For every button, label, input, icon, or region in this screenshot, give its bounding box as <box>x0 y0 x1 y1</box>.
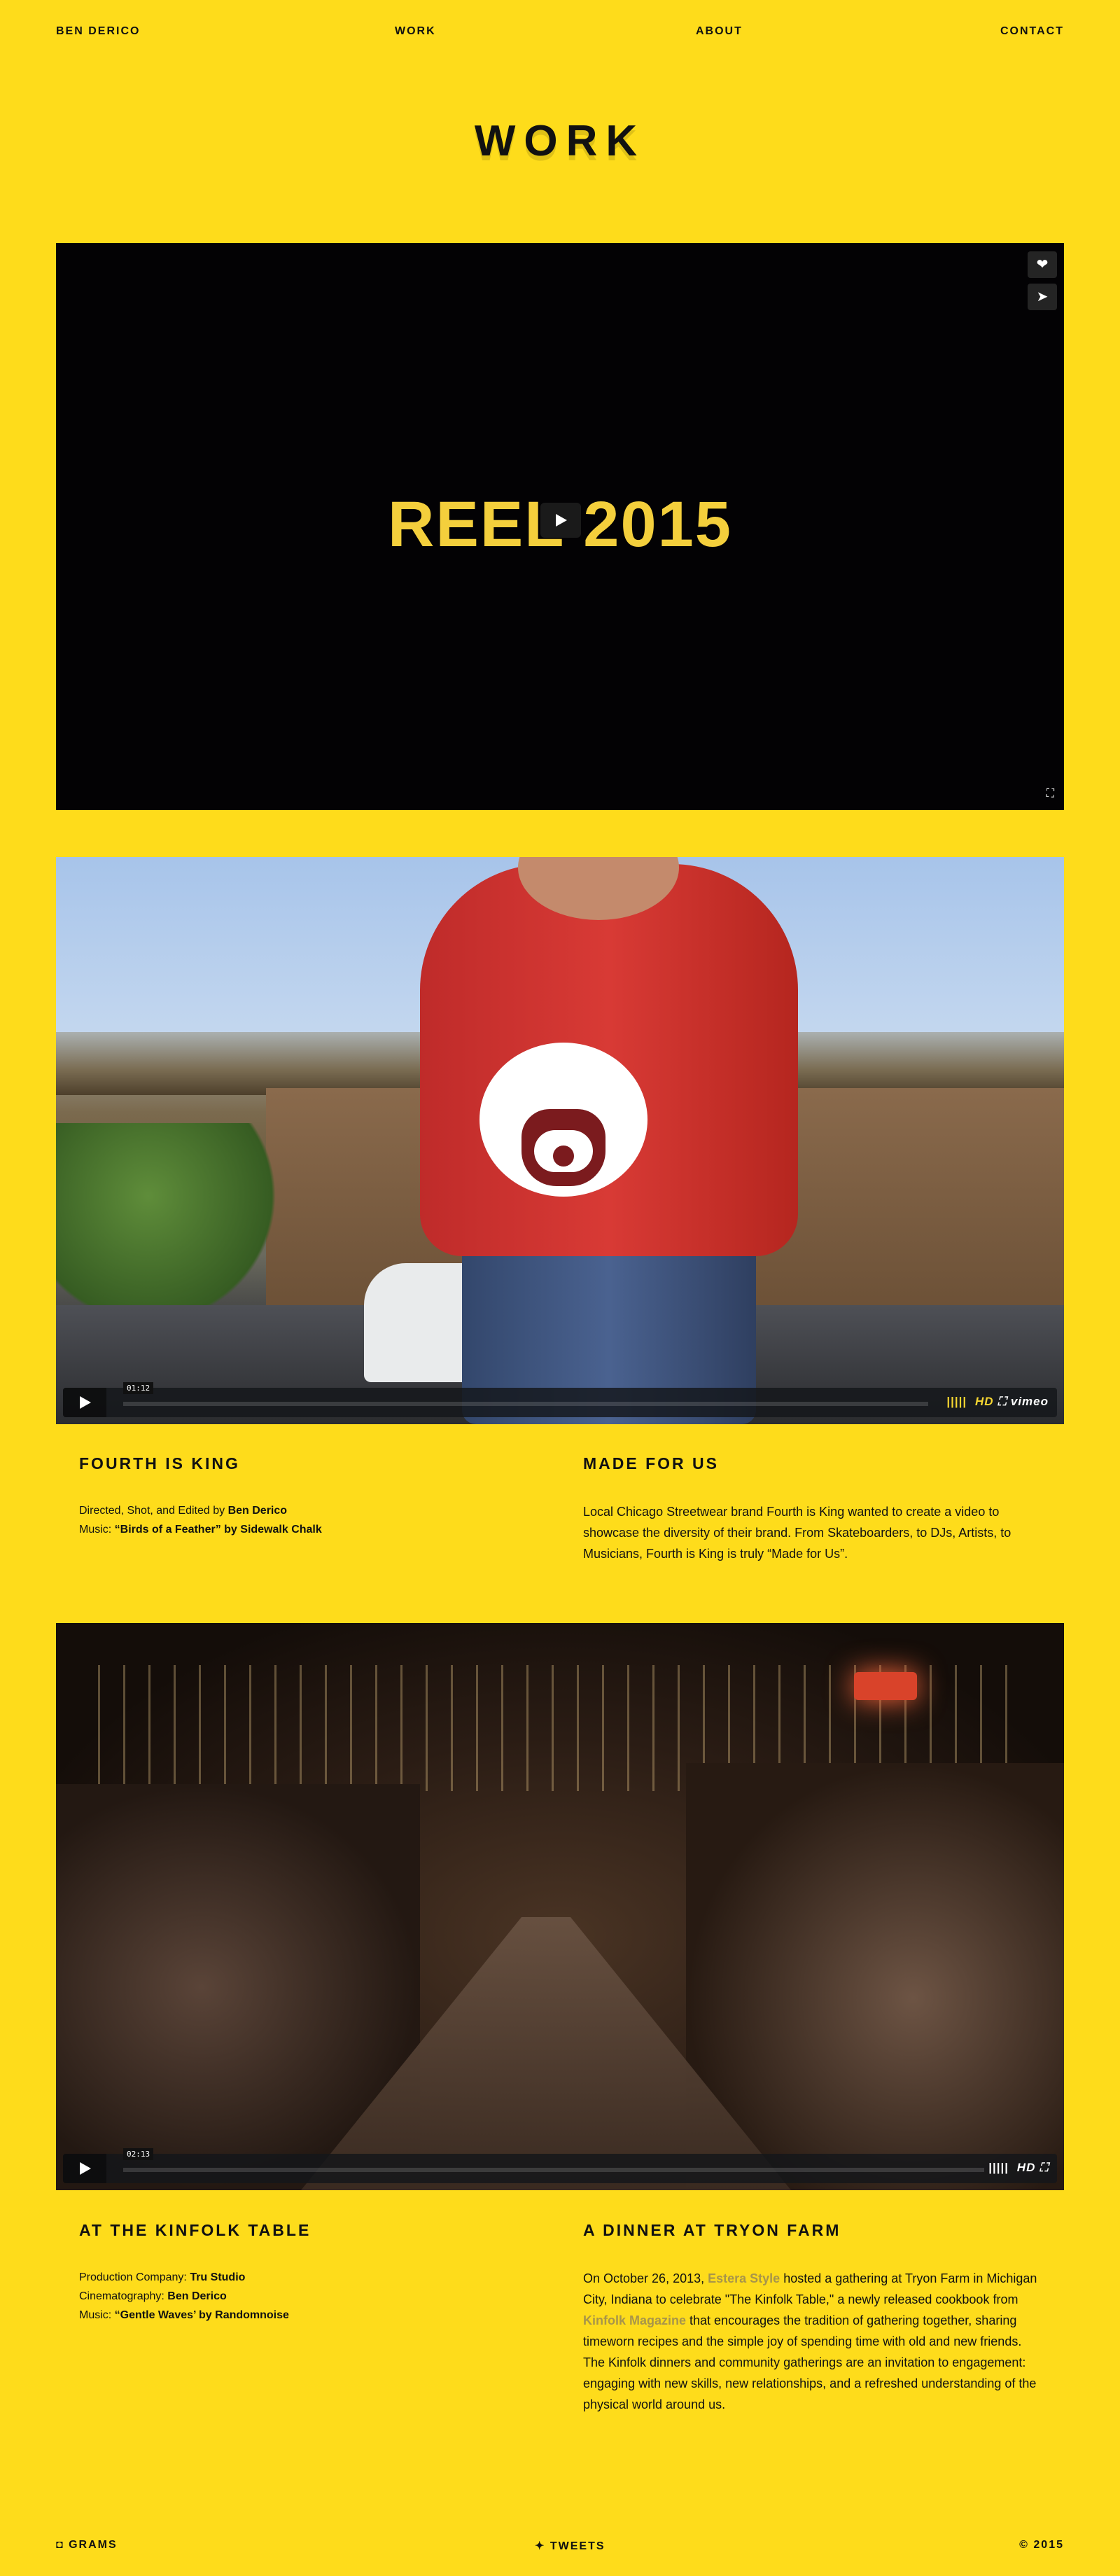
player-options: ||||| HD ⛶ vimeo <box>946 1395 1049 1409</box>
play-button[interactable] <box>63 2154 106 2183</box>
credit-line: Production Company: Tru Studio <box>79 2271 246 2283</box>
credit-line: Cinematography: Ben Derico <box>79 2290 227 2302</box>
twitter-bird-icon: ✦ <box>535 2540 550 2552</box>
play-button[interactable] <box>63 1388 106 1417</box>
estera-style-link[interactable]: Estera Style <box>708 2271 780 2285</box>
paper-plane-icon[interactable]: ➤ <box>1028 284 1057 310</box>
hd-button[interactable]: HD <box>1017 2161 1036 2174</box>
vimeo-logo[interactable]: vimeo <box>1011 1395 1049 1408</box>
progress-track[interactable] <box>123 2168 984 2172</box>
volume-icon[interactable]: ||||| <box>988 2161 1009 2174</box>
instagram-icon: ◘ <box>56 2539 69 2551</box>
grams-link[interactable]: ◘ GRAMS <box>56 2539 118 2551</box>
video-frame-guests-right <box>686 1763 1064 2190</box>
description-text: Local Chicago Streetwear brand Fourth is… <box>583 1505 1011 1561</box>
project-description: MADE FOR US Local Chicago Streetwear bra… <box>583 1454 1038 1577</box>
video-frame-heater <box>854 1672 917 1700</box>
project-title: FOURTH IS KING <box>79 1454 240 1473</box>
credit-line: Directed, Shot, and Edited by Ben Derico <box>79 1505 288 1517</box>
kinfolk-magazine-link[interactable]: Kinfolk Magazine <box>583 2313 686 2327</box>
nav-brand-link[interactable]: BEN DERICO <box>56 25 140 38</box>
fullscreen-icon[interactable]: ⛶ <box>1040 2161 1049 2174</box>
reel-video-player[interactable]: REEL 2015 ❤ ➤ ⛶ <box>56 243 1064 810</box>
nav-contact-link[interactable]: CONTACT <box>1000 25 1064 38</box>
volume-icon[interactable]: ||||| <box>946 1395 967 1408</box>
page-title: WORK <box>474 117 646 165</box>
project-credits: AT THE KINFOLK TABLE Production Company:… <box>79 2221 513 2325</box>
fourth-is-king-video-player[interactable]: 01:12 ||||| HD ⛶ vimeo <box>56 857 1064 1424</box>
project-heading: A DINNER AT TRYON FARM <box>583 2221 841 2239</box>
credits-list: Directed, Shot, and Edited by Ben Derico… <box>79 1501 513 1539</box>
fullscreen-icon[interactable]: ⛶ <box>997 1395 1011 1408</box>
video-controls: 01:12 ||||| HD ⛶ vimeo <box>63 1382 1057 1417</box>
video-controls: 02:13 ||||| HD ⛶ <box>63 2148 1057 2183</box>
nav-about-link[interactable]: ABOUT <box>696 25 743 38</box>
description-text: On October 26, 2013, Estera Style hosted… <box>583 2271 1037 2411</box>
nav-work-link[interactable]: WORK <box>395 25 436 38</box>
footer: ◘ GRAMS ✦ TWEETS © 2015 <box>56 2539 1064 2553</box>
tweets-link[interactable]: ✦ TWEETS <box>535 2539 606 2553</box>
monkey-face-icon <box>522 1109 606 1186</box>
project-credits: FOURTH IS KING Directed, Shot, and Edite… <box>79 1454 513 1539</box>
heart-icon[interactable]: ❤ <box>1028 251 1057 278</box>
timestamp: 01:12 <box>123 1382 154 1394</box>
timestamp: 02:13 <box>123 2148 154 2160</box>
copyright: © 2015 <box>1019 2539 1064 2551</box>
credits-list: Production Company: Tru Studio Cinematog… <box>79 2268 513 2325</box>
player-options: ||||| HD ⛶ <box>988 2161 1049 2175</box>
kinfolk-video-player[interactable]: 02:13 ||||| HD ⛶ <box>56 1623 1064 2190</box>
hd-button[interactable]: HD <box>975 1395 994 1408</box>
fullscreen-icon[interactable]: ⛶ <box>1046 788 1054 800</box>
project-heading: MADE FOR US <box>583 1454 719 1473</box>
project-description: A DINNER AT TRYON FARM On October 26, 20… <box>583 2221 1038 2428</box>
project-title: AT THE KINFOLK TABLE <box>79 2221 312 2239</box>
video-frame-trees <box>56 1123 287 1305</box>
top-nav: BEN DERICO WORK ABOUT CONTACT <box>56 25 1064 39</box>
play-button[interactable] <box>540 503 581 538</box>
progress-track[interactable] <box>123 1402 928 1406</box>
credit-line: Music: “Gentle Waves’ by Randomnoise <box>79 2309 289 2321</box>
credit-line: Music: “Birds of a Feather” by Sidewalk … <box>79 1524 322 1536</box>
